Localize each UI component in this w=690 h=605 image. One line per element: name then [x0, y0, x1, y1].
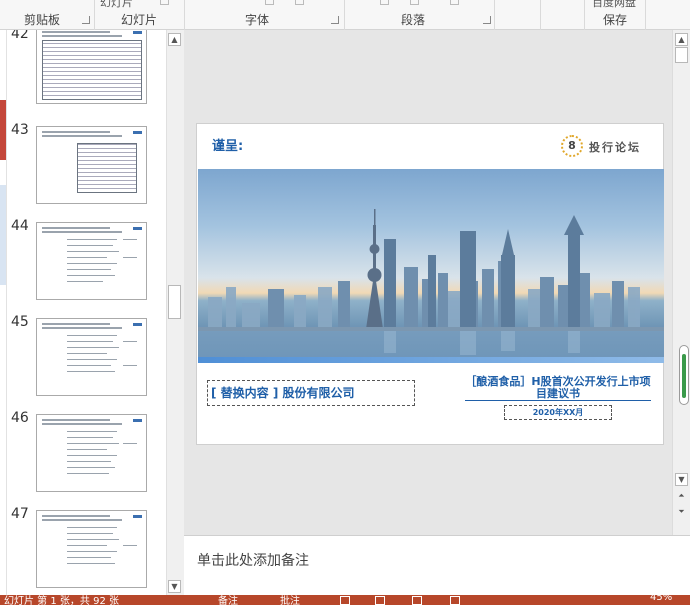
slides-group: 幻灯片	[95, 0, 185, 30]
clipboard-group-label: 剪贴板	[24, 13, 61, 27]
skyline-illustration	[198, 209, 664, 357]
scrollbar-thumb[interactable]	[168, 285, 181, 319]
company-logo: 8 投行论坛	[561, 134, 651, 158]
scrollbar-thumb[interactable]	[675, 47, 688, 63]
thumbnail-slide-44[interactable]: 44	[7, 218, 167, 308]
ribbon: 幻灯片 百度网盘 剪贴板 幻灯片 字体 段落 保存	[0, 0, 690, 30]
logo-text: 投行论坛	[589, 141, 641, 154]
thumbnail-slide-46[interactable]: 46	[7, 410, 167, 500]
slide-thumbnail-panel[interactable]: 42 43 44 45 46 47	[7, 30, 167, 595]
slide-preview[interactable]	[36, 126, 147, 204]
logo-badge: 8	[561, 135, 583, 157]
scroll-up-arrow-icon[interactable]: ▲	[675, 33, 688, 46]
slide-count-text: 幻灯片 第 1 张，共 92 张	[4, 596, 119, 605]
thumbnail-scrollbar[interactable]: ▲ ▼	[166, 30, 184, 595]
scroll-down-arrow-icon[interactable]: ▼	[675, 473, 688, 486]
slide-number: 42	[11, 30, 29, 42]
company-name-box[interactable]: [ 替换内容 ] 股份有限公司	[207, 380, 415, 406]
scroll-down-arrow-icon[interactable]: ▼	[168, 580, 181, 593]
greeting-text[interactable]: 谨呈:	[212, 135, 243, 154]
left-edge	[0, 30, 7, 595]
slide-preview[interactable]	[36, 510, 147, 588]
project-title[interactable]: ［酿酒食品］H股首次公开发行上市项目建议书	[465, 376, 651, 400]
city-skyline-image[interactable]	[198, 169, 664, 357]
slide-number: 45	[11, 314, 29, 330]
slide-number: 44	[11, 218, 29, 234]
paragraph-group: 段落	[345, 0, 495, 30]
slide-preview[interactable]	[36, 318, 147, 396]
date-box[interactable]: 2020年XX月	[504, 405, 612, 420]
slide-preview[interactable]	[36, 414, 147, 492]
photo-accent-band	[198, 357, 664, 363]
zoom-level[interactable]: 45%	[650, 595, 672, 603]
thumbnail-slide-43[interactable]: 43	[7, 122, 167, 212]
thumbnail-slide-47[interactable]: 47	[7, 506, 167, 595]
save-group-label: 保存	[603, 13, 628, 27]
slideshow-icon[interactable]	[450, 596, 460, 605]
status-bar: 幻灯片 第 1 张，共 92 张 备注 批注 45%	[0, 595, 690, 605]
scroll-up-arrow-icon[interactable]: ▲	[168, 33, 181, 46]
next-slide-icon[interactable]: ⏷	[675, 506, 688, 519]
zoom-handle[interactable]	[679, 345, 689, 405]
paragraph-group-label: 段落	[401, 13, 426, 27]
save-group: 保存	[584, 0, 646, 30]
slide-number: 47	[11, 506, 29, 522]
title-divider	[465, 400, 651, 401]
spacer-group	[495, 0, 541, 30]
notes-placeholder[interactable]: 单击此处添加备注	[197, 550, 309, 570]
dialog-launcher-icon[interactable]	[331, 16, 339, 24]
comments-toggle-button[interactable]: 批注	[280, 595, 300, 605]
previous-slide-icon[interactable]: ⏶	[675, 490, 688, 503]
slide-sorter-icon[interactable]	[375, 596, 385, 605]
slide-number: 43	[11, 122, 29, 138]
thumbnail-slide-42[interactable]: 42	[7, 30, 167, 116]
font-group: 字体	[185, 0, 345, 30]
dialog-launcher-icon[interactable]	[82, 16, 90, 24]
slide-editor-area[interactable]: 谨呈: 8 投行论坛 [替换内容] 股份有限公司 ［酿酒食品］H股首次公开发…	[184, 30, 672, 535]
font-group-label: 字体	[245, 13, 270, 27]
editor-scrollbar[interactable]: ▲ ▼ ⏶ ⏷	[672, 30, 690, 535]
slides-group-label: 幻灯片	[121, 13, 158, 27]
slide-preview[interactable]	[36, 222, 147, 300]
notes-pane[interactable]: 单击此处添加备注	[184, 535, 690, 595]
slide-number: 46	[11, 410, 29, 426]
normal-view-icon[interactable]	[340, 596, 350, 605]
notes-toggle-button[interactable]: 备注	[218, 595, 238, 605]
reading-view-icon[interactable]	[412, 596, 422, 605]
thumbnail-slide-45[interactable]: 45	[7, 314, 167, 404]
current-slide[interactable]: 谨呈: 8 投行论坛 [替换内容] 股份有限公司 ［酿酒食品］H股首次公开发…	[196, 123, 664, 445]
clipboard-group: 剪贴板	[0, 0, 95, 30]
slide-preview[interactable]	[36, 30, 147, 104]
dialog-launcher-icon[interactable]	[483, 16, 491, 24]
